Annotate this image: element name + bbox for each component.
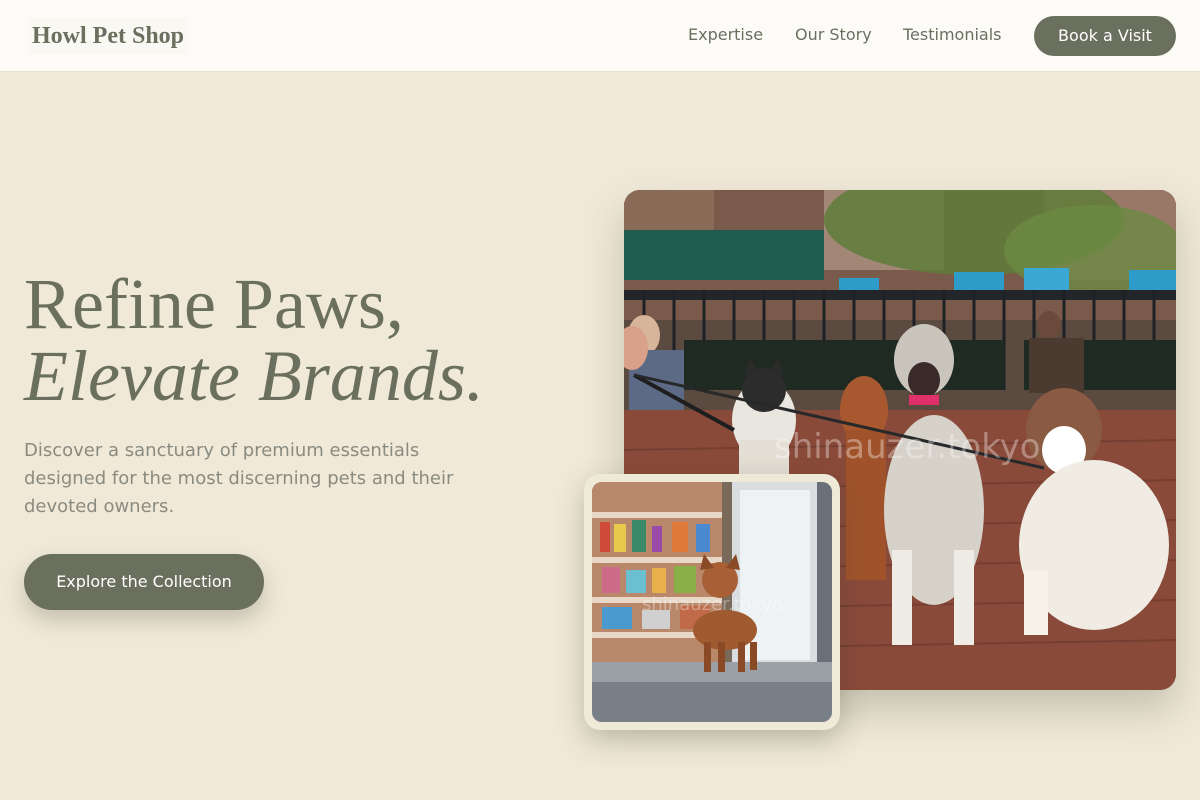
nav-link-our-story[interactable]: Our Story <box>795 25 872 45</box>
nav-link-testimonials[interactable]: Testimonials <box>903 25 1002 45</box>
puppy-in-shop-photo: shinauzer.tokyo <box>592 482 832 722</box>
brand-logo[interactable]: Howl Pet Shop <box>28 18 189 54</box>
hero-title-line-2: Elevate Brands. <box>24 336 484 416</box>
book-a-visit-button[interactable]: Book a Visit <box>1034 16 1176 56</box>
top-navigation-bar: Howl Pet Shop Expertise Our Story Testim… <box>0 0 1200 72</box>
nav-link-expertise[interactable]: Expertise <box>688 25 763 45</box>
small-photo-watermark: shinauzer.tokyo <box>642 594 783 615</box>
explore-collection-button[interactable]: Explore the Collection <box>24 554 264 610</box>
main-photo-watermark: shinauzer.tokyo <box>774 427 1041 467</box>
puppy-in-shop-photo-frame: shinauzer.tokyo <box>584 474 840 730</box>
hero-description: Discover a sanctuary of premium essentia… <box>24 440 454 517</box>
hero-title-line-1: Refine Paws, <box>24 264 404 344</box>
hero-title: Refine Paws, Elevate Brands. <box>24 268 484 412</box>
